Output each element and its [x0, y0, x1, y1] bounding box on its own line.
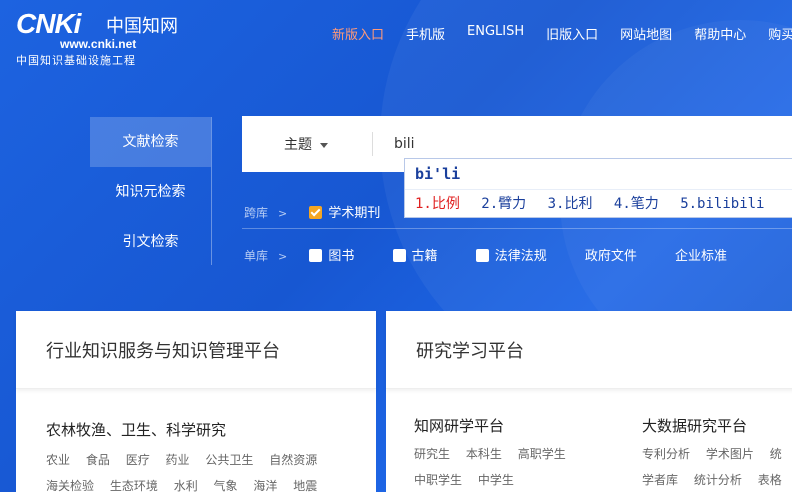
ime-candidate[interactable]: 5.bilibili	[680, 196, 764, 212]
option-academic-journal[interactable]: 学术期刊	[309, 206, 380, 221]
card-subtitle: 农林牧渔、卫生、科学研究	[46, 421, 227, 439]
single-db-label: 单库	[244, 249, 269, 263]
option-enterprise-std[interactable]: 企业标准	[675, 249, 727, 264]
logo-tagline: 中国知识基础设施工程	[16, 54, 136, 67]
top-nav: 新版入口 手机版 ENGLISH 旧版入口 网站地图 帮助中心 购买	[332, 24, 792, 43]
nav-help[interactable]: 帮助中心	[694, 24, 746, 43]
research-links-row: 研究生 本科生 高职学生	[414, 445, 578, 462]
research-link[interactable]: 中职学生	[414, 473, 462, 487]
chevron-right-icon: >	[278, 207, 288, 220]
ime-candidate[interactable]: 3.比利	[548, 196, 593, 212]
industry-link[interactable]: 海洋	[253, 479, 277, 492]
industry-links-row: 海关检验 生态环境 水利 气象 海洋 地震	[46, 477, 329, 492]
ime-composition: bi'li	[415, 165, 461, 183]
industry-link[interactable]: 气象	[214, 479, 238, 492]
research-links-row: 中职学生 中学生	[414, 471, 526, 488]
industry-link[interactable]: 医疗	[126, 453, 150, 467]
cross-db-row: 跨库 > 学术期刊	[244, 202, 414, 221]
search-divider	[372, 132, 373, 156]
logo-mark: CNKi	[16, 8, 81, 39]
tab-knowledge-search[interactable]: 知识元检索	[90, 167, 211, 217]
card-subtitle[interactable]: 知网研学平台	[414, 415, 504, 436]
nav-english[interactable]: ENGLISH	[467, 24, 524, 43]
logo-chinese: 中国知网	[106, 16, 178, 37]
checkbox-icon[interactable]	[475, 249, 489, 262]
nav-old-entry[interactable]: 旧版入口	[546, 24, 598, 43]
nav-mobile[interactable]: 手机版	[406, 24, 445, 43]
bigdata-link[interactable]: 统	[770, 447, 782, 461]
nav-purchase[interactable]: 购买	[768, 24, 792, 43]
industry-links-row: 农业 食品 医疗 药业 公共卫生 自然资源	[46, 451, 329, 468]
card-title: 行业知识服务与知识管理平台	[16, 311, 376, 389]
ime-candidates: 1.比例 2.臂力 3.比利 4.笔力 5.bilibili	[415, 193, 777, 213]
search-type-tabs: 文献检索 知识元检索 引文检索	[90, 117, 212, 265]
card-subtitle[interactable]: 大数据研究平台	[642, 415, 747, 436]
research-platform-card[interactable]: 研究学习平台 知网研学平台 研究生 本科生 高职学生 中职学生 中学生 大数据研…	[386, 311, 792, 492]
option-books[interactable]: 图书	[309, 249, 354, 264]
industry-link[interactable]: 公共卫生	[205, 453, 253, 467]
ime-candidate-window: bi'li 1.比例 2.臂力 3.比利 4.笔力 5.bilibili ⌄	[404, 158, 792, 218]
industry-link[interactable]: 水利	[174, 479, 198, 492]
search-field-select[interactable]: 主题	[284, 134, 328, 154]
bigdata-link[interactable]: 表格	[758, 473, 782, 487]
research-link[interactable]: 高职学生	[518, 447, 566, 461]
ime-candidate[interactable]: 1.比例	[415, 196, 460, 212]
caret-down-icon	[320, 142, 328, 148]
tab-literature-search[interactable]: 文献检索	[90, 117, 211, 167]
industry-platform-card[interactable]: 行业知识服务与知识管理平台 农林牧渔、卫生、科学研究 农业 食品 医疗 药业 公…	[16, 311, 376, 492]
cross-db-label: 跨库	[244, 206, 269, 220]
industry-link[interactable]: 农业	[46, 453, 70, 467]
option-laws[interactable]: 法律法规	[475, 249, 547, 264]
bigdata-link[interactable]: 专利分析	[642, 447, 690, 461]
option-label: 古籍	[411, 249, 438, 264]
checkbox-checked-icon[interactable]	[309, 206, 323, 219]
row-divider	[242, 228, 792, 229]
nav-sitemap[interactable]: 网站地图	[620, 24, 672, 43]
ime-candidate[interactable]: 2.臂力	[481, 196, 526, 212]
industry-link[interactable]: 生态环境	[110, 479, 158, 492]
option-ancient-books[interactable]: 古籍	[392, 249, 438, 264]
industry-link[interactable]: 海关检验	[46, 479, 94, 492]
industry-link[interactable]: 食品	[86, 453, 110, 467]
single-db-row: 单库 > 图书 古籍 法律法规 政府文件 企业标准	[244, 245, 761, 264]
industry-link[interactable]: 地震	[293, 479, 317, 492]
card-title: 研究学习平台	[386, 311, 792, 389]
ime-candidate[interactable]: 4.笔力	[614, 196, 659, 212]
industry-link[interactable]: 自然资源	[269, 453, 317, 467]
option-gov-docs[interactable]: 政府文件	[585, 249, 637, 264]
bigdata-links-row: 专利分析 学术图片 统	[642, 445, 792, 462]
industry-link[interactable]: 药业	[166, 453, 190, 467]
chevron-right-icon: >	[278, 250, 288, 263]
bigdata-link[interactable]: 学术图片	[706, 447, 754, 461]
ime-divider	[405, 189, 792, 190]
checkbox-icon[interactable]	[309, 249, 323, 262]
research-link[interactable]: 研究生	[414, 447, 450, 461]
checkbox-icon[interactable]	[392, 249, 406, 262]
search-field-label: 主题	[284, 137, 312, 153]
nav-new-entry[interactable]: 新版入口	[332, 24, 384, 43]
logo-url: www.cnki.net	[60, 37, 137, 51]
tab-citation-search[interactable]: 引文检索	[90, 217, 211, 267]
bigdata-link[interactable]: 学者库	[642, 473, 678, 487]
bigdata-link[interactable]: 统计分析	[694, 473, 742, 487]
bigdata-links-row: 学者库 统计分析 表格	[642, 471, 792, 488]
option-label: 图书	[328, 249, 355, 264]
research-link[interactable]: 本科生	[466, 447, 502, 461]
option-label: 法律法规	[494, 249, 547, 264]
search-input[interactable]	[394, 132, 774, 156]
option-label: 学术期刊	[328, 206, 381, 221]
research-link[interactable]: 中学生	[478, 473, 514, 487]
site-logo[interactable]: CNKi 中国知网 www.cnki.net 中国知识基础设施工程	[16, 8, 186, 67]
